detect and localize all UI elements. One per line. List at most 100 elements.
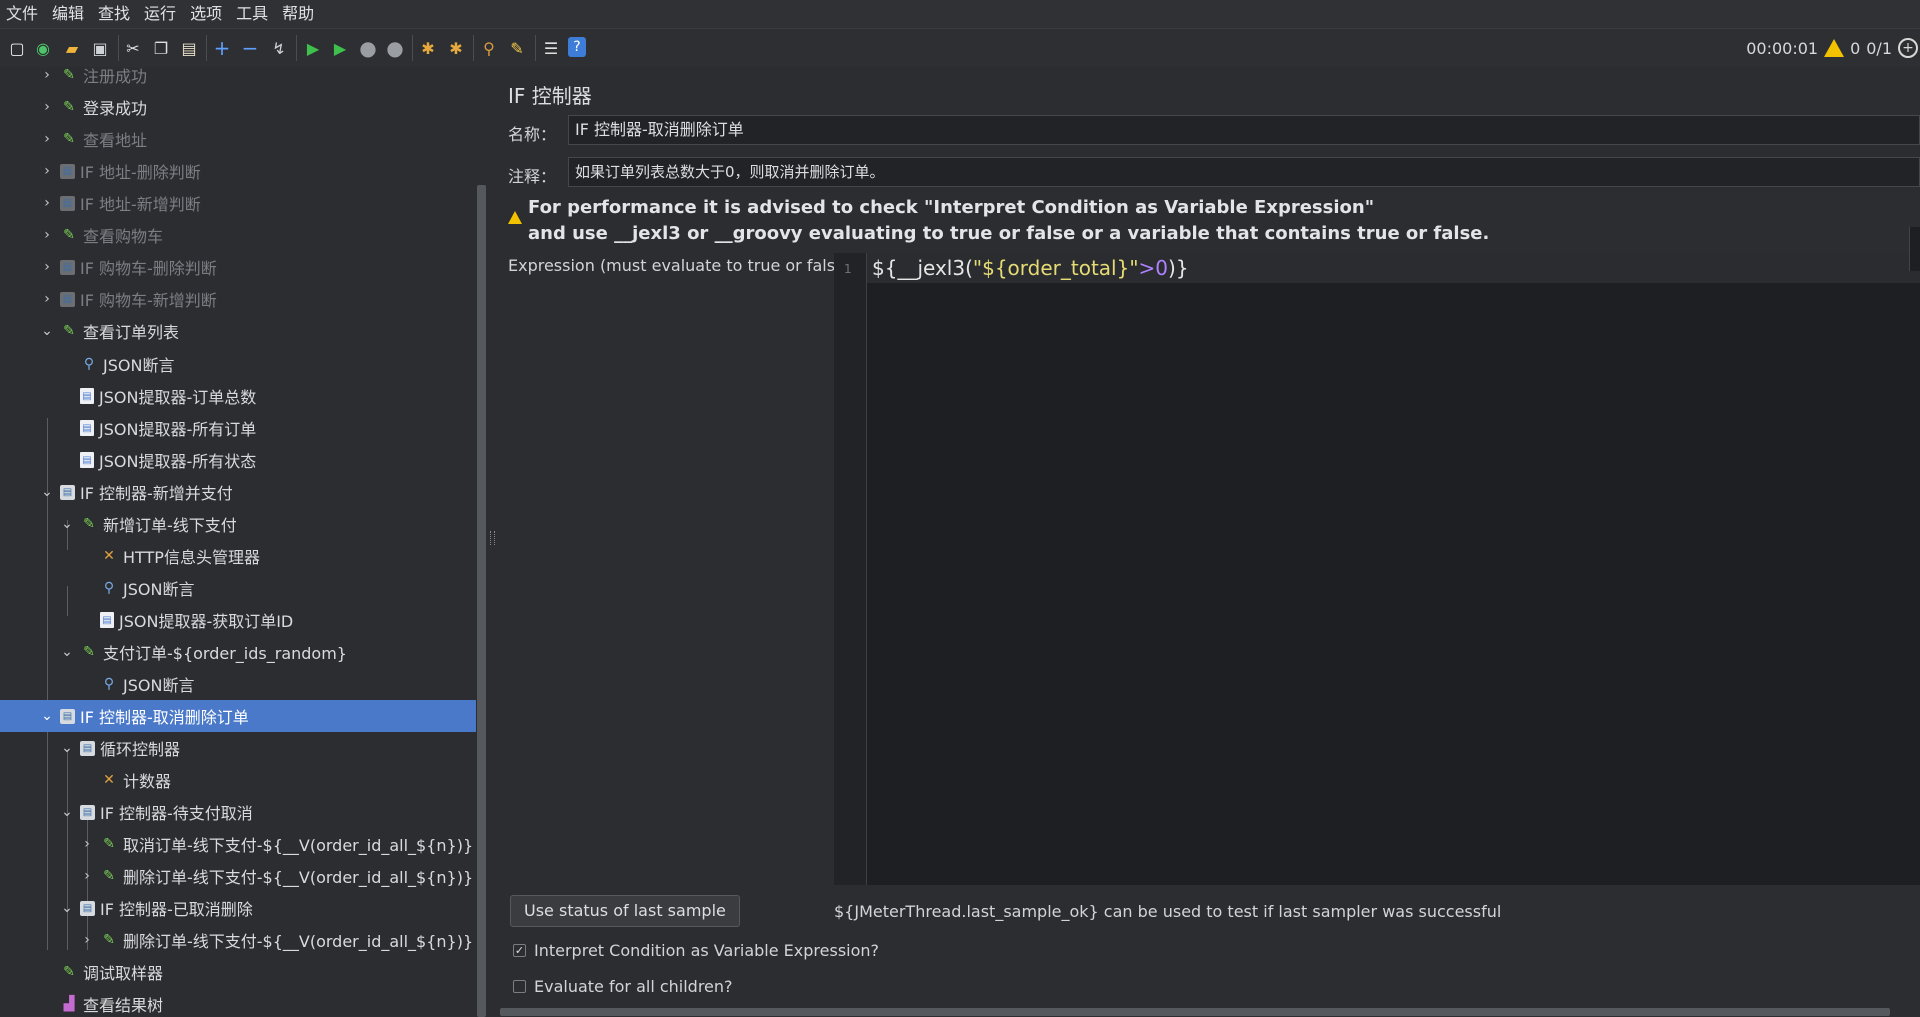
clear-icon[interactable]: ✱	[417, 37, 439, 59]
menu-file[interactable]: 文件	[0, 0, 46, 28]
tree-node[interactable]: › ✎ 登录成功	[40, 91, 147, 123]
menu-help[interactable]: 帮助	[276, 0, 322, 28]
expand-toggle-icon[interactable]: ›	[80, 836, 94, 852]
start-icon[interactable]: ▶	[302, 37, 324, 59]
if-controller-panel: IF 控制器 名称： IF 控制器-取消删除订单 注释： 如果订单列表总数大于0…	[496, 67, 1920, 1017]
tree-node[interactable]: ✎ 调试取样器	[40, 956, 163, 988]
cut-icon[interactable]: ✂	[122, 37, 144, 59]
split-divider[interactable]	[487, 67, 496, 1017]
collapse-toggle-icon[interactable]: ⌄	[60, 516, 74, 532]
collapse-toggle-icon[interactable]: ⌄	[60, 804, 74, 820]
tree-node[interactable]: ⌄ ▤ IF 控制器-取消删除订单	[0, 700, 476, 732]
panel-scrollbar-thumb[interactable]	[500, 1008, 1890, 1016]
shutdown-icon[interactable]: ●	[384, 36, 406, 60]
tree-node-label: 查看购物车	[83, 227, 164, 246]
tree-node[interactable]: › ▤ IF 购物车-删除判断	[40, 251, 217, 283]
expand-toggle-icon[interactable]: ›	[40, 163, 54, 179]
tree-scrollbar-thumb[interactable]	[477, 185, 486, 1017]
help-icon[interactable]: ?	[568, 37, 586, 57]
tree-node[interactable]: ✕ 计数器	[80, 764, 171, 796]
tree-node[interactable]: ⌄ ✎ 支付订单-${order_ids_random}	[60, 636, 347, 668]
sampler-icon: ✎	[63, 99, 75, 115]
expand-toggle-icon[interactable]: ›	[40, 195, 54, 211]
toggle-icon[interactable]: ↯	[268, 37, 290, 59]
tree-node[interactable]: › ✎ 删除订单-线下支付-${__V(order_id_all_${n})}	[80, 860, 473, 892]
tree-node[interactable]: › ✎ 查看地址	[40, 123, 147, 155]
editor-resize-grip[interactable]	[1909, 227, 1920, 271]
collapse-toggle-icon[interactable]: ⌄	[60, 740, 74, 756]
tree-node[interactable]: › ▤ IF 地址-删除判断	[40, 155, 201, 187]
copy-icon[interactable]: ❐	[150, 37, 172, 59]
stop-icon[interactable]: ●	[357, 36, 379, 60]
start-no-pause-icon[interactable]: ▶	[329, 37, 351, 59]
save-icon[interactable]: ▣	[89, 37, 111, 59]
use-status-button[interactable]: Use status of last sample	[510, 895, 740, 927]
evaluate-checkbox-box[interactable]	[513, 980, 526, 993]
menu-search[interactable]: 查找	[92, 0, 138, 28]
tree-node[interactable]: ⌄ ▤ 循环控制器	[60, 732, 180, 764]
tree-node[interactable]: ⚲ JSON断言	[80, 668, 195, 700]
collapse-toggle-icon[interactable]: ⌄	[40, 323, 54, 339]
new-icon[interactable]: ▢	[6, 37, 28, 59]
tree-node[interactable]: › ✎ 取消订单-线下支付-${__V(order_id_all_${n})}	[80, 828, 473, 860]
tree-node[interactable]: › ▤ IF 购物车-新增判断	[40, 283, 217, 315]
templates-icon[interactable]: ◉	[32, 37, 54, 59]
tree-node[interactable]: ▤ JSON提取器-订单总数	[60, 380, 256, 412]
tree-node[interactable]: ✕ HTTP信息头管理器	[80, 540, 260, 572]
tree-node[interactable]: ▟ 查看结果树	[40, 988, 163, 1017]
collapse-toggle-icon[interactable]: ⌄	[40, 484, 54, 500]
expression-code[interactable]: ${__jexl3("${order_total}">0)}	[872, 255, 1189, 281]
tree-node[interactable]: ▤ JSON提取器-获取订单ID	[80, 604, 293, 636]
clear-all-icon[interactable]: ✱	[445, 37, 467, 59]
tree-node[interactable]: ⌄ ▤ IF 控制器-新增并支付	[40, 476, 233, 508]
interpret-checkbox-box[interactable]: ✓	[513, 944, 526, 957]
expand-toggle-icon[interactable]: ›	[80, 868, 94, 884]
paste-icon[interactable]: ▤	[178, 37, 200, 59]
tree-node[interactable]: ⌄ ✎ 新增订单-线下支付	[60, 508, 237, 540]
tree-node[interactable]: › ✎ 查看购物车	[40, 219, 163, 251]
tree-node[interactable]: ▤ JSON提取器-所有状态	[60, 444, 256, 476]
tree-node[interactable]: ⌄ ✎ 查看订单列表	[40, 315, 179, 347]
reset-search-icon[interactable]: ✎	[506, 37, 528, 59]
name-field[interactable]: IF 控制器-取消删除订单	[568, 115, 1920, 145]
tree-scrollbar[interactable]	[476, 67, 487, 1017]
collapse-toggle-icon[interactable]: ⌄	[60, 900, 74, 916]
panel-horizontal-scrollbar[interactable]	[496, 1007, 1920, 1017]
menu-edit[interactable]: 编辑	[46, 0, 92, 28]
expand-toggle-icon[interactable]: ›	[40, 291, 54, 307]
tree-node[interactable]: ⚲ JSON断言	[60, 348, 175, 380]
expression-editor[interactable]: 1 ${__jexl3("${order_total}">0)}	[834, 253, 1920, 885]
tree-node[interactable]: ⌄ ▤ IF 控制器-已取消删除	[60, 892, 253, 924]
expand-toggle-icon[interactable]: ›	[40, 259, 54, 275]
toolbar-separator	[118, 35, 119, 61]
collapse-toggle-icon[interactable]: ⌄	[40, 708, 54, 724]
menu-run[interactable]: 运行	[138, 0, 184, 28]
open-icon[interactable]: ▰	[61, 37, 83, 59]
expand-toggle-icon[interactable]: ›	[80, 932, 94, 948]
menu-tools[interactable]: 工具	[230, 0, 276, 28]
interpret-condition-checkbox[interactable]: ✓ Interpret Condition as Variable Expres…	[513, 941, 879, 960]
collapse-icon[interactable]: −	[239, 36, 261, 60]
search-icon[interactable]: ⚲	[478, 37, 500, 59]
tree-node[interactable]: ▤ JSON提取器-所有订单	[60, 412, 256, 444]
expand-toggle-icon[interactable]: ›	[40, 131, 54, 147]
expand-toggle-icon[interactable]: ›	[40, 227, 54, 243]
line-number: 1	[844, 262, 852, 276]
tree-node[interactable]: › ✎ 注册成功	[40, 67, 147, 91]
divider-grip[interactable]	[490, 531, 495, 545]
evaluate-all-children-checkbox[interactable]: Evaluate for all children?	[513, 977, 733, 996]
tree-node[interactable]: › ▤ IF 地址-新增判断	[40, 187, 201, 219]
comment-field[interactable]: 如果订单列表总数大于0，则取消并删除订单。	[568, 157, 1920, 187]
tree-node[interactable]: ⚲ JSON断言	[80, 572, 195, 604]
function-helper-icon[interactable]: ☰	[540, 37, 562, 59]
tree-node-label: 查看结果树	[83, 996, 164, 1015]
extractor-icon: ▤	[80, 452, 94, 468]
expand-toggle-icon[interactable]: ›	[40, 99, 54, 115]
menu-options[interactable]: 选项	[184, 0, 230, 28]
tree-node[interactable]: ⌄ ▤ IF 控制器-待支付取消	[60, 796, 253, 828]
collapse-toggle-icon[interactable]: ⌄	[60, 644, 74, 660]
warning-icon[interactable]	[1824, 39, 1845, 57]
tree-node[interactable]: › ✎ 删除订单-线下支付-${__V(order_id_all_${n})}	[80, 924, 473, 956]
expand-icon[interactable]: +	[211, 36, 233, 60]
expand-toggle-icon[interactable]: ›	[40, 67, 54, 83]
